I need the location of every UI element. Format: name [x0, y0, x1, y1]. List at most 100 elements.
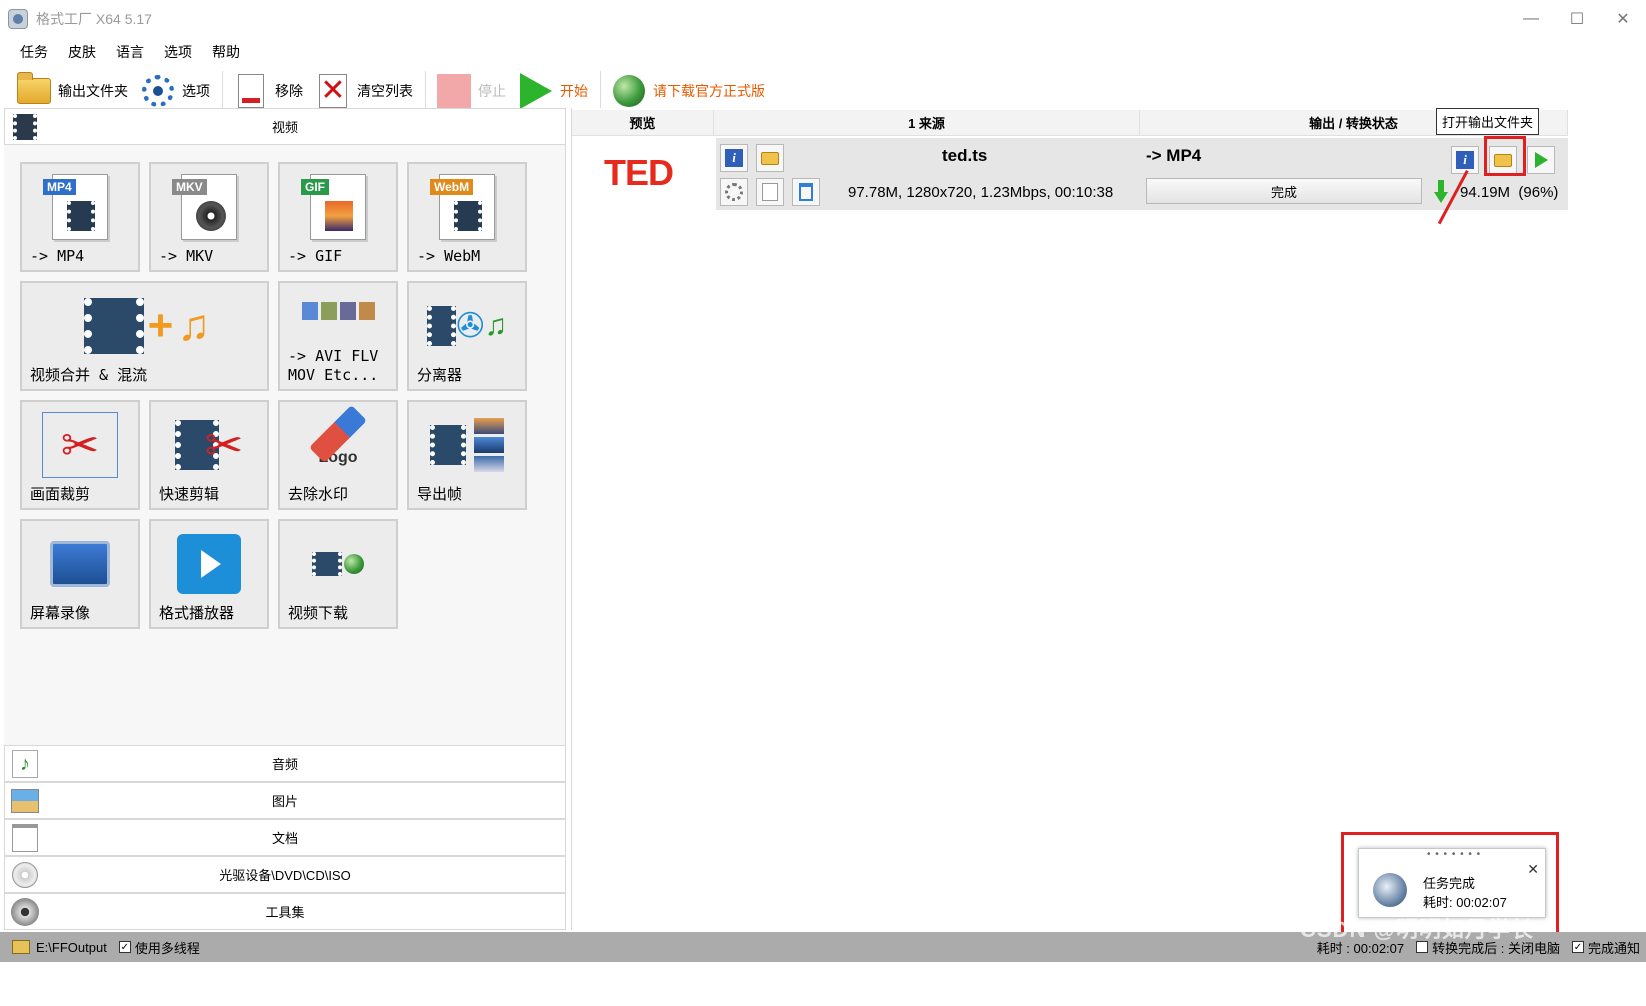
notification-title: 任务完成 [1423, 876, 1476, 891]
eraser-icon: Logo [298, 405, 378, 480]
ted-preview-thumbnail: TED [604, 152, 674, 193]
tool-video-download[interactable]: 视频下载 [278, 519, 398, 629]
tool-screen-record[interactable]: 屏幕录像 [20, 519, 140, 629]
tool-to-mkv[interactable]: MKV -> MKV [149, 162, 269, 272]
tool-label: 导出帧 [417, 485, 463, 503]
multithread-label: 使用多线程 [134, 940, 200, 956]
notify-checkbox[interactable]: ✓ [1571, 941, 1584, 953]
video-download-icon [298, 529, 378, 599]
tool-splitter[interactable]: ✇ ♫ 分离器 [407, 281, 527, 391]
minimize-button[interactable]: — [1508, 0, 1554, 38]
output-percent: (96%) [1518, 184, 1559, 201]
gif-file-icon: GIF [298, 172, 378, 242]
conversion-status-bar: 完成 [1146, 178, 1422, 204]
webm-badge: WebM [430, 179, 474, 195]
splitter-icon: ✇ ♫ [427, 291, 507, 361]
export-frames-icon [427, 410, 507, 480]
toolbar-divider [425, 71, 426, 111]
clear-list-button[interactable]: ✕ 清空列表 [315, 69, 413, 113]
tool-player[interactable]: 格式播放器 [149, 519, 269, 629]
edit-clip-button[interactable] [756, 178, 784, 206]
play-icon [518, 73, 554, 109]
output-folder-button[interactable]: 输出文件夹 [16, 69, 128, 113]
mp4-badge: MP4 [43, 179, 76, 195]
menu-bar: 任务 皮肤 语言 选项 帮助 [0, 38, 1646, 66]
csdn-watermark: CSDN @明明如月学长 [1300, 917, 1534, 942]
info-icon: i [1456, 151, 1474, 169]
column-preview[interactable]: 预览 [572, 110, 714, 136]
gif-badge: GIF [301, 179, 329, 195]
mp4-file-icon: MP4 [40, 172, 120, 242]
edit-icon [762, 183, 778, 201]
crop-scissors-icon: ✂ [40, 410, 120, 480]
output-settings-button[interactable] [720, 178, 748, 206]
category-disc-label: 光驱设备\DVD\CD\ISO [219, 868, 351, 883]
category-audio[interactable]: ♪ 音频 [4, 745, 566, 782]
source-info-button[interactable]: i [720, 144, 748, 172]
tool-to-other-formats[interactable]: -> AVI FLV MOV Etc... [278, 281, 398, 391]
stop-button[interactable]: 停止 [436, 69, 506, 113]
maximize-button[interactable]: ☐ [1554, 0, 1600, 38]
webm-file-icon: WebM [427, 172, 507, 242]
folder-icon [16, 72, 52, 109]
category-video[interactable]: 视频 [4, 108, 566, 145]
category-document[interactable]: 文档 [4, 819, 566, 856]
category-disc[interactable]: 光驱设备\DVD\CD\ISO [4, 856, 566, 893]
close-button[interactable]: ✕ [1600, 0, 1646, 38]
mkv-badge: MKV [172, 179, 207, 195]
film-icon [11, 113, 39, 141]
tool-remove-watermark[interactable]: Logo 去除水印 [278, 400, 398, 510]
tool-label: -> MP4 [30, 247, 85, 265]
menu-language[interactable]: 语言 [116, 42, 144, 62]
category-picture-label: 图片 [271, 794, 298, 809]
play-output-button[interactable] [1527, 146, 1555, 174]
tool-to-gif[interactable]: GIF -> GIF [278, 162, 398, 272]
menu-skin[interactable]: 皮肤 [68, 42, 96, 62]
tool-crop[interactable]: ✂ 画面裁剪 [20, 400, 140, 510]
globe-icon [611, 73, 647, 109]
category-tools[interactable]: 工具集 [4, 893, 566, 930]
multithread-checkbox[interactable]: ✓ [118, 941, 131, 953]
mkv-file-icon: MKV [169, 172, 249, 242]
menu-options[interactable]: 选项 [164, 42, 192, 62]
menu-task[interactable]: 任务 [20, 42, 48, 62]
tool-to-webm[interactable]: WebM -> WebM [407, 162, 527, 272]
source-folder-button[interactable] [756, 144, 784, 172]
gear-icon [725, 183, 743, 201]
open-output-folder-tooltip: 打开输出文件夹 [1436, 108, 1540, 135]
tool-video-merge[interactable]: + ♫ 视频合并 & 混流 [20, 281, 269, 391]
delete-task-button[interactable] [792, 178, 820, 206]
category-panel: 视频 MP4 -> MP4 MKV -> MKV GIF -> GIF WebM [4, 108, 566, 930]
category-tools-label: 工具集 [265, 905, 305, 920]
drag-handle[interactable]: • • • • • • • [1427, 849, 1481, 860]
stop-label: 停止 [478, 83, 506, 99]
options-button[interactable]: 选项 [140, 69, 210, 113]
remove-document-icon [233, 73, 269, 109]
screen-record-icon [40, 529, 120, 599]
column-source[interactable]: 1 来源 [714, 110, 1140, 136]
tool-label: -> WebM [417, 247, 481, 265]
table-row[interactable]: i ted.ts 97.78M, 1280x720, 1.23Mbps, 00:… [716, 138, 1568, 210]
menu-help[interactable]: 帮助 [212, 42, 240, 62]
source-file-meta: 97.78M, 1280x720, 1.23Mbps, 00:10:38 [848, 184, 1114, 201]
output-size: 94.19M (96%) [1460, 184, 1558, 201]
notification-close-icon[interactable]: ✕ [1527, 861, 1539, 878]
category-picture[interactable]: 图片 [4, 782, 566, 819]
output-path[interactable]: E:\FFOutput [36, 940, 107, 955]
download-official-button[interactable]: 请下载官方正式版 [611, 69, 765, 113]
remove-button[interactable]: 移除 [233, 69, 303, 113]
app-logo-icon [1373, 873, 1407, 907]
tool-export-frames[interactable]: 导出帧 [407, 400, 527, 510]
tool-label: -> GIF [288, 247, 343, 265]
output-size-value: 94.19M [1460, 184, 1511, 201]
task-complete-notification: • • • • • • • ✕ 任务完成 耗时: 00:02:07 [1358, 848, 1546, 918]
tool-quick-cut[interactable]: ✂ 快速剪辑 [149, 400, 269, 510]
source-file-name: ted.ts [942, 146, 988, 165]
music-note-icon: ♪ [11, 750, 39, 778]
tool-to-mp4[interactable]: MP4 -> MP4 [20, 162, 140, 272]
clear-list-label: 清空列表 [357, 83, 413, 99]
window-controls: — ☐ ✕ [1508, 0, 1646, 38]
tool-label: 视频下载 [288, 604, 349, 622]
start-button[interactable]: 开始 [518, 69, 588, 113]
tool-label: 去除水印 [288, 485, 349, 503]
